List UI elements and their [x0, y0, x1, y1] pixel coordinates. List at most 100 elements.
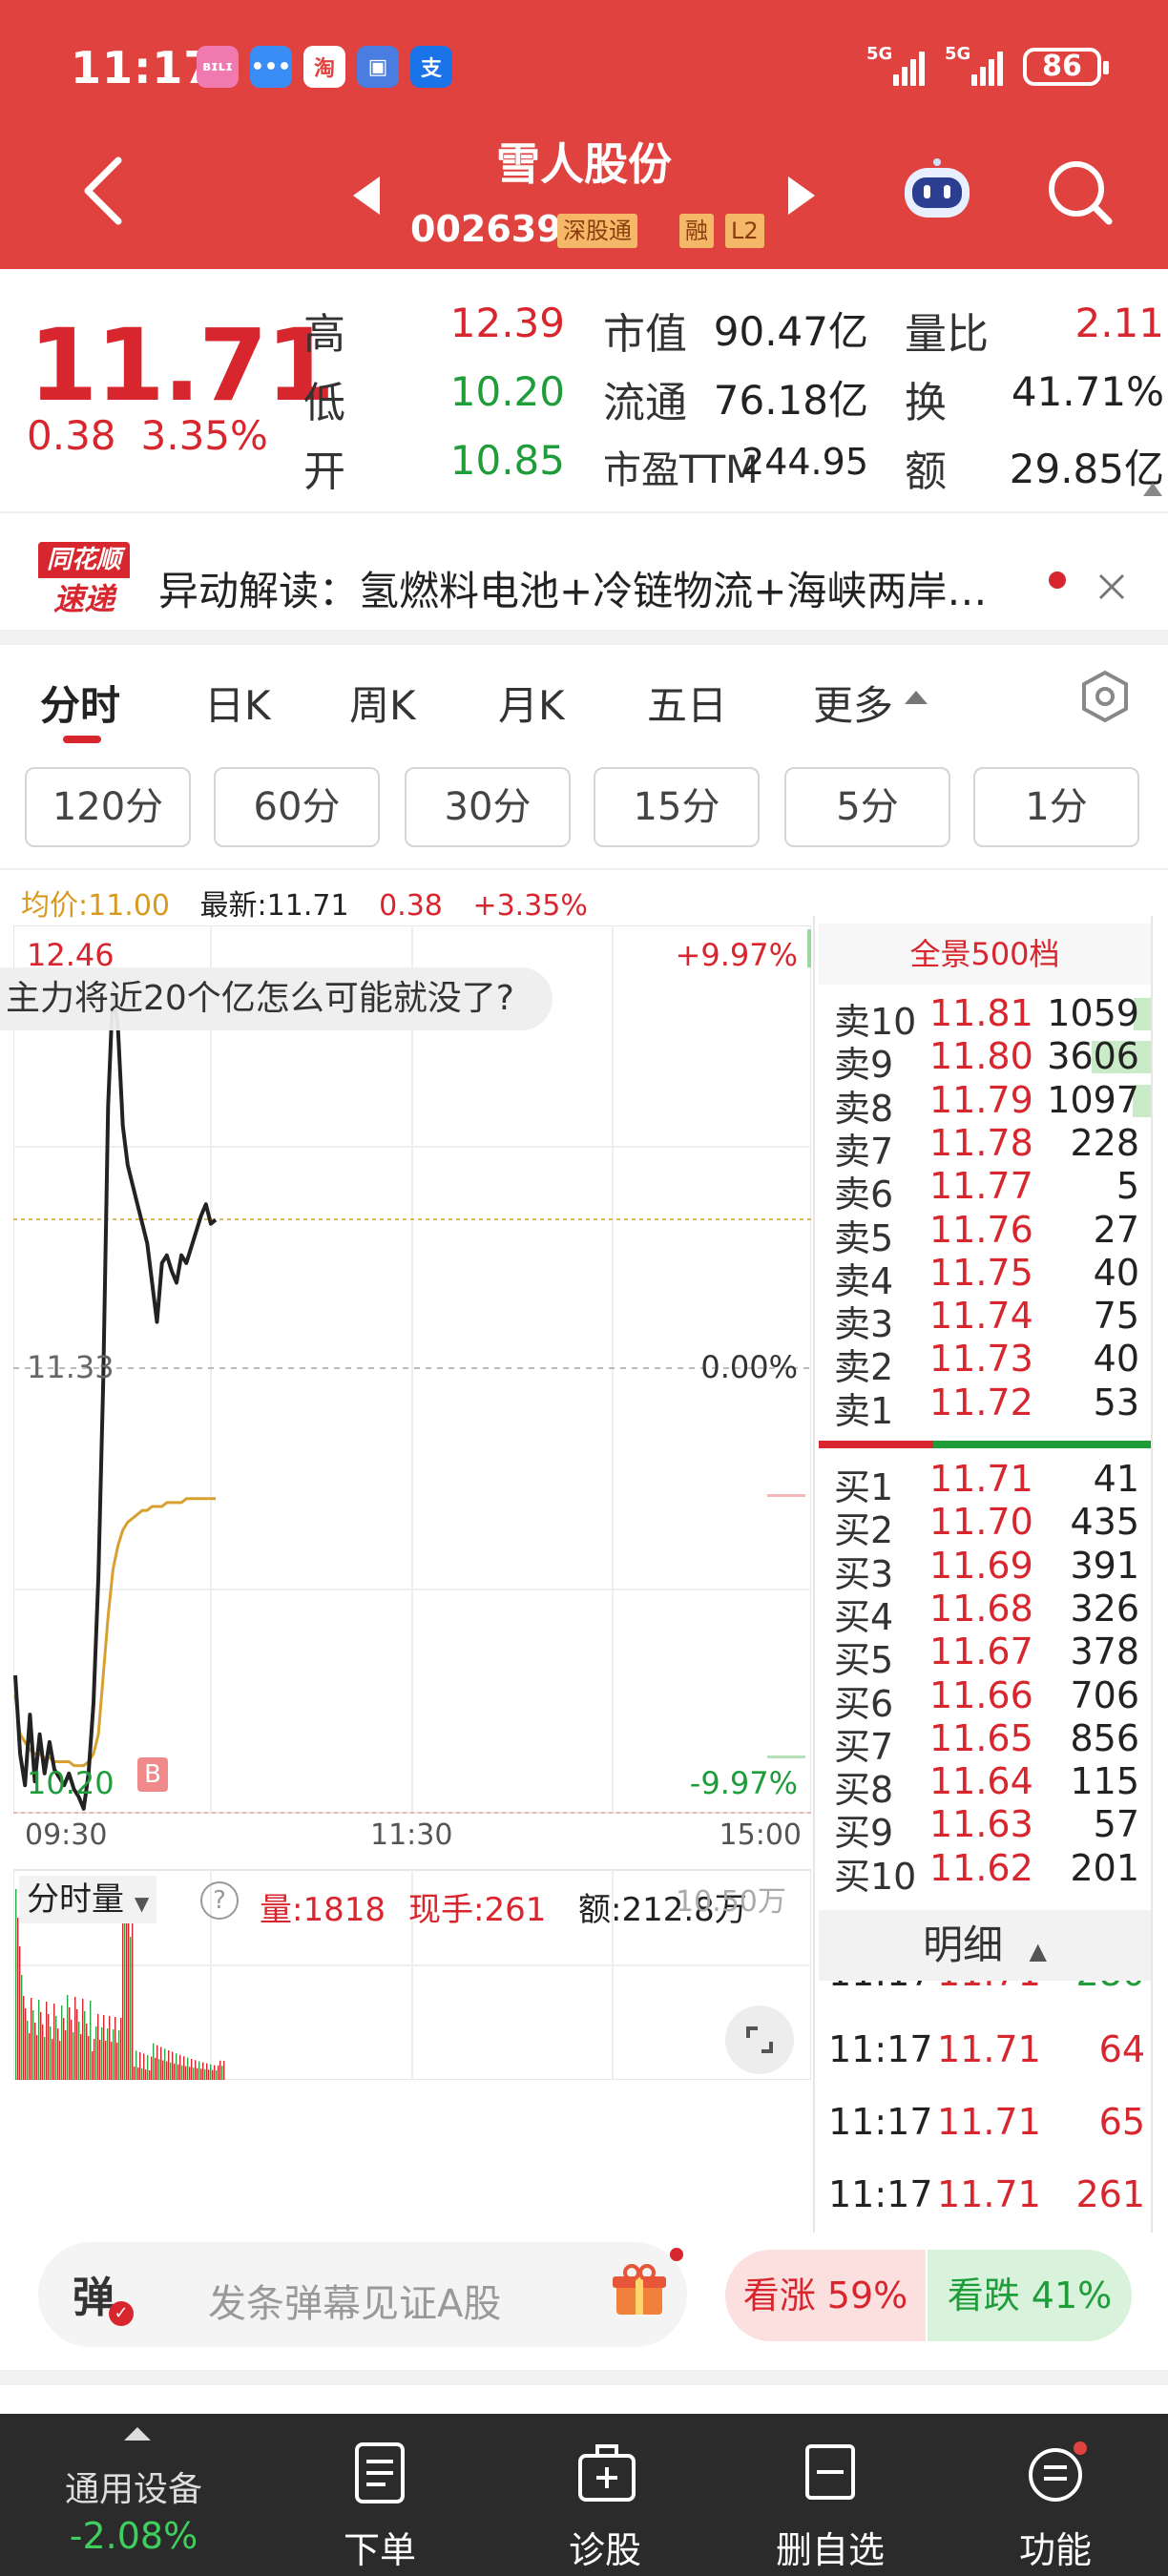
- fullscreen-button[interactable]: [725, 2005, 794, 2074]
- bearish-vote-button[interactable]: 看跌 41%: [928, 2250, 1132, 2341]
- close-news-button[interactable]: [1097, 567, 1126, 611]
- nav-order-button[interactable]: 下单: [284, 2414, 475, 2576]
- level-volume: 40: [1093, 1251, 1139, 1294]
- tab-five-day[interactable]: 五日: [647, 674, 727, 732]
- volume-bar: [97, 2014, 99, 2080]
- bid-row[interactable]: 买3 11.69 391: [819, 1545, 1151, 1595]
- interval-5m-button[interactable]: 5分: [784, 767, 950, 847]
- news-logo: 同花顺 速递: [38, 542, 130, 620]
- ask-row[interactable]: 卖10 11.81 1059: [819, 992, 1151, 1043]
- level-price: 11.67: [929, 1631, 1033, 1673]
- volume-bar: [177, 2064, 179, 2080]
- ask-row[interactable]: 卖8 11.79 1097: [819, 1078, 1151, 1130]
- tab-more[interactable]: 更多: [813, 674, 893, 732]
- buy-marker[interactable]: B: [137, 1757, 168, 1792]
- level-volume: 1059: [1047, 992, 1139, 1034]
- volume-bar: [86, 2024, 88, 2080]
- ask-row[interactable]: 卖9 11.80 3606: [819, 1035, 1151, 1086]
- bid-row[interactable]: 买9 11.63 57: [819, 1803, 1151, 1854]
- volume-bar: [92, 2051, 94, 2080]
- level-volume: 75: [1093, 1295, 1139, 1338]
- sector-indicator[interactable]: 通用设备 -2.08%: [29, 2414, 239, 2576]
- bid-row[interactable]: 买6 11.66 706: [819, 1674, 1151, 1725]
- level-volume: 1097: [1047, 1078, 1139, 1121]
- ask-row[interactable]: 卖3 11.74 75: [819, 1295, 1151, 1345]
- bid-row[interactable]: 买4 11.68 326: [819, 1587, 1151, 1638]
- volume-bar: [204, 2068, 206, 2080]
- tab-weekly-k[interactable]: 周K: [349, 674, 416, 732]
- level-price: 11.74: [929, 1295, 1033, 1338]
- help-icon[interactable]: ?: [200, 1881, 239, 1920]
- interval-15m-button[interactable]: 15分: [594, 767, 760, 847]
- stock-name[interactable]: 雪人股份: [0, 130, 1168, 193]
- nav-remove-watchlist-button[interactable]: 删自选: [735, 2414, 926, 2576]
- robot-assistant-button[interactable]: [897, 156, 977, 223]
- news-banner[interactable]: 同花顺 速递 异动解读：氢燃料电池+冷链物流+海峡两岸…: [0, 511, 1168, 630]
- bid-row[interactable]: 买5 11.67 378: [819, 1631, 1151, 1681]
- level-price: 11.73: [929, 1338, 1033, 1381]
- bid-row[interactable]: 买7 11.65 856: [819, 1717, 1151, 1768]
- volume-bar: [15, 1889, 17, 2080]
- nav-diagnose-button[interactable]: 诊股: [510, 2414, 700, 2576]
- bullish-vote-button[interactable]: 看涨 59%: [725, 2250, 926, 2341]
- volume-bar: [162, 2060, 164, 2080]
- chart-settings-button[interactable]: [1076, 668, 1134, 725]
- volume-bar: [107, 2028, 109, 2080]
- ask-row[interactable]: 卖5 11.76 27: [819, 1208, 1151, 1259]
- nav-function-button[interactable]: 功能: [960, 2414, 1151, 2576]
- volume-bar: [82, 1999, 84, 2080]
- tab-daily-k[interactable]: 日K: [204, 674, 271, 732]
- volume-bar: [17, 1918, 19, 2080]
- volume-indicator-selector[interactable]: 分时量 ▼: [19, 1876, 157, 1923]
- ask-row[interactable]: 卖4 11.75 40: [819, 1251, 1151, 1302]
- next-stock-icon[interactable]: [788, 177, 815, 215]
- ask-row[interactable]: 卖1 11.72 53: [819, 1381, 1151, 1432]
- level-volume: 326: [1070, 1587, 1139, 1630]
- volume-bar: [59, 2041, 61, 2080]
- search-icon: [1049, 161, 1113, 225]
- trade-detail-list[interactable]: 11:1711.71280 11:1711.7164 11:1711.7165 …: [819, 1981, 1151, 2229]
- search-button[interactable]: [1042, 155, 1118, 231]
- volume-bar: [172, 2051, 174, 2080]
- news-headline[interactable]: 异动解读：氢燃料电池+冷链物流+海峡两岸…: [158, 559, 987, 617]
- volume-bar: [99, 2040, 101, 2080]
- level-price: 11.68: [929, 1587, 1033, 1630]
- average-price-line: [13, 1497, 216, 1768]
- gift-icon[interactable]: [611, 2261, 668, 2318]
- stats-change: 0.38: [379, 889, 443, 923]
- level-price: 11.76: [929, 1208, 1033, 1251]
- stats-percent: +3.35%: [472, 889, 588, 923]
- intraday-chart[interactable]: 12.46 +9.97% 11.33 0.00% 10.20 -9.97% B …: [12, 924, 812, 2081]
- ask-row[interactable]: 卖6 11.77 5: [819, 1165, 1151, 1215]
- bid-row[interactable]: 买2 11.70 435: [819, 1501, 1151, 1551]
- volume-bar: [42, 2025, 44, 2080]
- volume-bar: [216, 2070, 218, 2080]
- collapse-indicator-icon[interactable]: [1143, 483, 1162, 496]
- volume-bar: [208, 2069, 210, 2080]
- order-book-title[interactable]: 全景500档: [819, 924, 1151, 985]
- ask-row[interactable]: 卖7 11.78 228: [819, 1122, 1151, 1173]
- prev-stock-icon[interactable]: [353, 177, 380, 215]
- interval-30m-button[interactable]: 30分: [405, 767, 571, 847]
- trade-row: 11:17 11.71 261: [828, 2173, 1145, 2215]
- volume-bar: [134, 2067, 136, 2080]
- medical-kit-icon: [578, 2444, 636, 2502]
- trade-detail-header[interactable]: 明细 ▲: [819, 1910, 1151, 1981]
- level-price: 11.75: [929, 1251, 1033, 1294]
- tab-intraday[interactable]: 分时: [40, 674, 120, 732]
- tab-monthly-k[interactable]: 月K: [498, 674, 565, 732]
- level-label: 买10: [834, 1855, 917, 1898]
- bid-row[interactable]: 买8 11.64 115: [819, 1760, 1151, 1811]
- current-price: 11.71: [29, 307, 335, 424]
- interval-1m-button[interactable]: 1分: [973, 767, 1139, 847]
- alipay-notification-icon: 支: [410, 46, 452, 88]
- bid-row[interactable]: 买1 11.71 41: [819, 1458, 1151, 1508]
- interval-60m-button[interactable]: 60分: [214, 767, 380, 847]
- interval-120m-button[interactable]: 120分: [25, 767, 191, 847]
- volume-bar: [130, 1937, 132, 2080]
- bid-row[interactable]: 买10 11.62 201: [819, 1847, 1151, 1898]
- level-volume: 53: [1093, 1381, 1139, 1423]
- danmaku-placeholder[interactable]: 发条弹幕见证A股: [208, 2273, 501, 2328]
- up-arrow-icon: [124, 2427, 151, 2441]
- ask-row[interactable]: 卖2 11.73 40: [819, 1338, 1151, 1388]
